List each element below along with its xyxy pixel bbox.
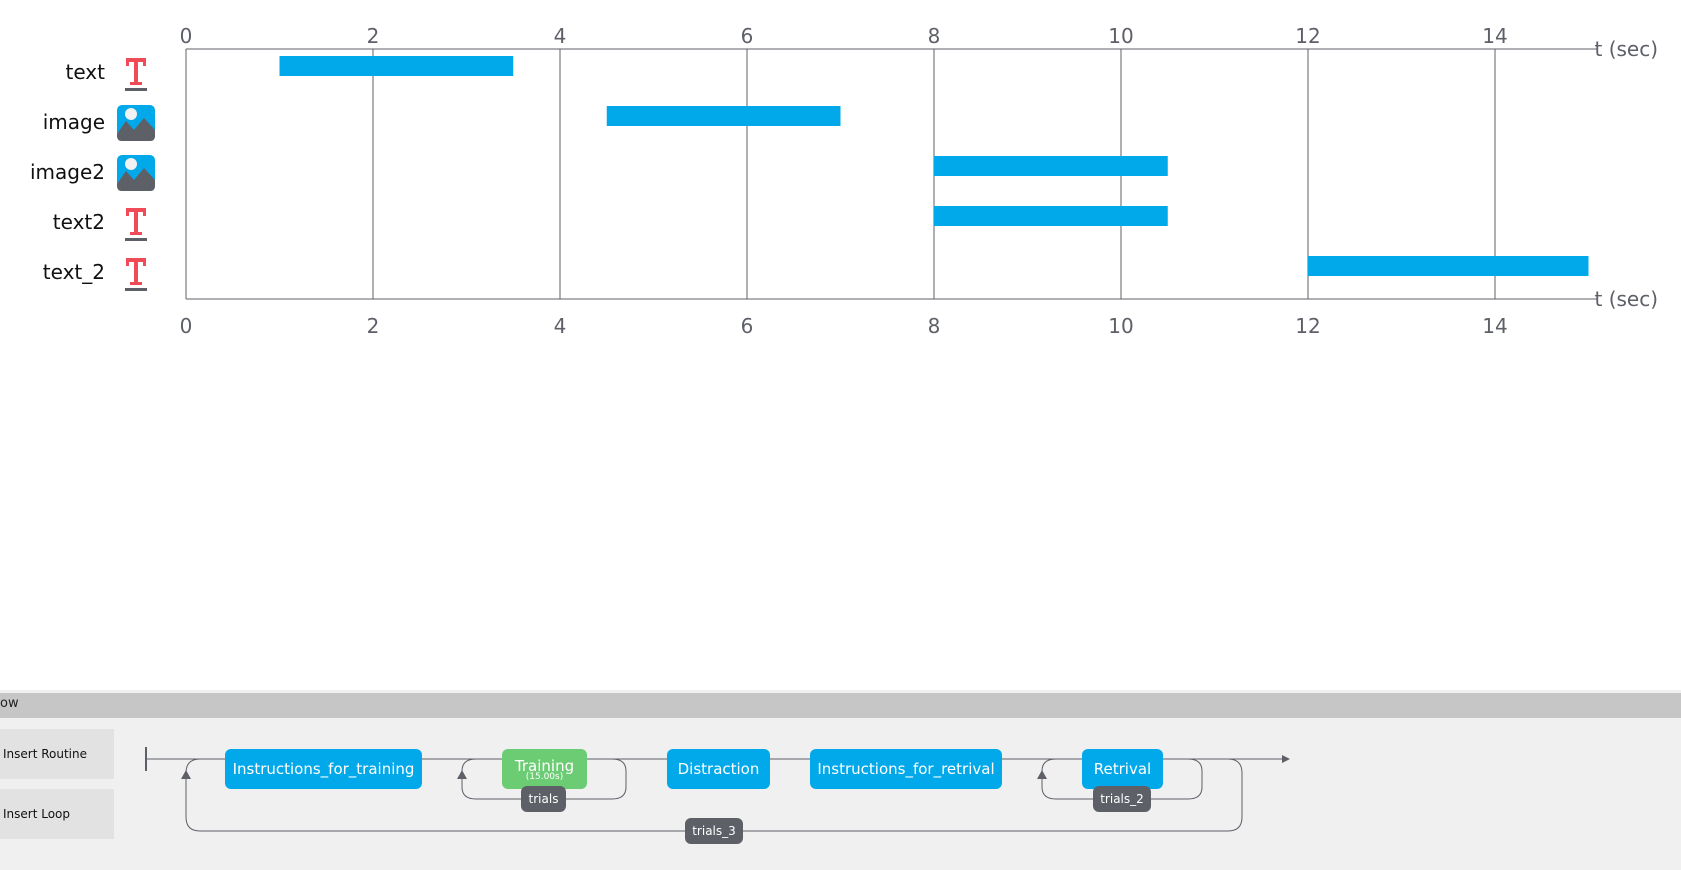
component-label-text2[interactable]: text2 [5, 210, 105, 234]
timeline-tick-label-top: 10 [1108, 24, 1133, 48]
flow-panel: ow Insert Routine Insert Loop Instructio… [0, 690, 1681, 870]
timeline-tick-label-bottom: 8 [928, 314, 941, 338]
timeline-tick-label-top: 8 [928, 24, 941, 48]
timeline-tick-label-top: 14 [1482, 24, 1507, 48]
timeline-tick-label-bottom: 4 [554, 314, 567, 338]
timeline-tick-label-bottom: 14 [1482, 314, 1507, 338]
routine-label: Instructions_for_retrival [817, 760, 995, 778]
timeline-tick-label-bottom: 12 [1295, 314, 1320, 338]
timeline-bar-text_2 [1308, 256, 1589, 276]
routine-retrival[interactable]: Retrival [1082, 749, 1163, 789]
timeline-axis-unit-bottom: t (sec) [1595, 287, 1659, 311]
routine-instructions-for-retrival[interactable]: Instructions_for_retrival [810, 749, 1002, 789]
routine-training[interactable]: Training (15.00s) [502, 749, 587, 789]
routine-duration: (15.00s) [525, 771, 564, 782]
routine-instructions-for-training[interactable]: Instructions_for_training [225, 749, 422, 789]
routine-timeline: 0 0 2 2 4 4 6 6 8 8 10 10 12 12 14 14 t (sec) t (sec) tex… [0, 0, 1681, 690]
timeline-tick-label-top: 2 [367, 24, 380, 48]
routine-label: Distraction [677, 760, 760, 778]
text-icon[interactable] [116, 254, 156, 292]
timeline-tick-label-bottom: 0 [180, 314, 193, 338]
timeline-tick-label-top: 0 [180, 24, 193, 48]
timeline-tick-label-top: 4 [554, 24, 567, 48]
loop-label-trials[interactable]: trials [521, 786, 566, 812]
image-icon[interactable] [116, 104, 156, 142]
timeline-tick-label-top: 12 [1295, 24, 1320, 48]
text-icon[interactable] [116, 204, 156, 242]
timeline-canvas: 0 0 2 2 4 4 6 6 8 8 10 10 12 12 14 14 t (sec) t (sec) [180, 24, 1659, 338]
text-icon[interactable] [116, 54, 156, 92]
image-icon[interactable] [116, 154, 156, 192]
loop-trials_3-arrow [181, 770, 191, 779]
loop-label-trials_3[interactable]: trials_3 [685, 818, 743, 844]
component-label-text_2[interactable]: text_2 [5, 260, 105, 284]
routine-label: Retrival [1093, 760, 1152, 778]
timeline-tick-label-bottom: 2 [367, 314, 380, 338]
routine-label: Instructions_for_training [232, 760, 415, 778]
timeline-bar-text2 [934, 206, 1168, 226]
loop-trials_2-arrow [1037, 770, 1047, 779]
timeline-tick-label-bottom: 10 [1108, 314, 1133, 338]
loop-trials-arrow [457, 770, 467, 779]
flow-end-arrow [1282, 755, 1290, 763]
component-label-text[interactable]: text [5, 60, 105, 84]
loop-label-trials_2[interactable]: trials_2 [1093, 786, 1151, 812]
timeline-bar-image [606, 106, 841, 126]
timeline-axis-unit-top: t (sec) [1595, 37, 1659, 61]
timeline-bar-image2 [934, 156, 1168, 176]
timeline-tick-label-top: 6 [741, 24, 754, 48]
component-label-image[interactable]: image [5, 110, 105, 134]
timeline-bar-text [279, 56, 514, 76]
component-label-image2[interactable]: image2 [5, 160, 105, 184]
routine-distraction[interactable]: Distraction [667, 749, 770, 789]
timeline-tick-label-bottom: 6 [741, 314, 754, 338]
